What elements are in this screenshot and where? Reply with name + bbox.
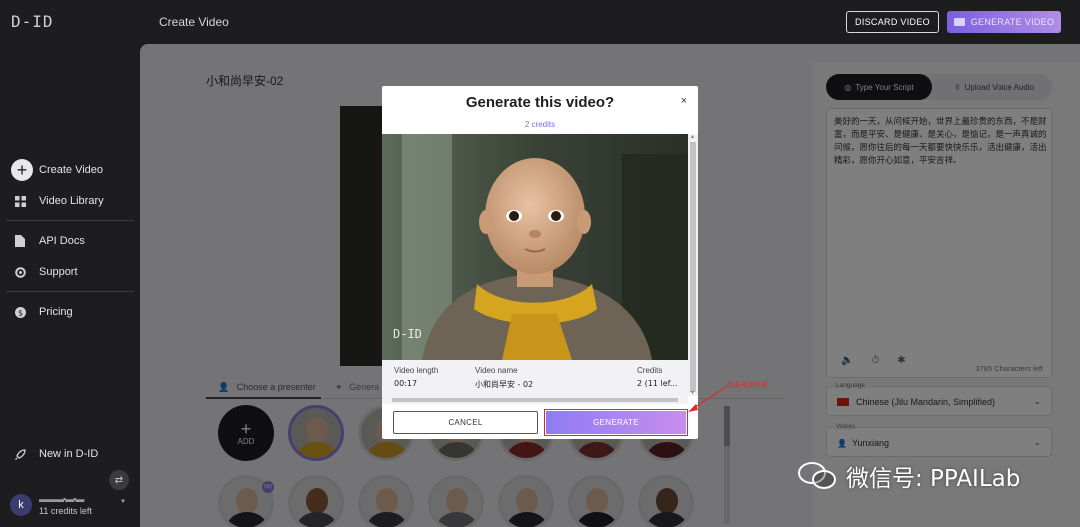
monk-portrait-illustration [382,134,688,360]
generate-button[interactable]: GENERATE [544,409,688,436]
sidebar-item-api-docs[interactable]: API Docs [14,235,85,247]
rocket-icon [14,448,26,460]
info-video-length: Video length 00:17 [394,366,439,388]
video-camera-icon [953,18,965,26]
account-name: ▬▬▬▪▬▪▬ [39,494,84,504]
avatar: k [10,494,32,516]
generate-label: GENERATE [546,411,686,434]
generate-video-label: GENERATE VIDEO [970,17,1055,27]
close-icon[interactable]: × [681,95,687,107]
credits-cost: 2 credits [524,120,556,129]
swap-account-button[interactable]: ⇄ [109,470,129,490]
sidebar-divider [6,291,134,292]
wechat-id: 微信号: PPAILab [846,466,1021,492]
sidebar-item-label: Create Video [39,164,104,176]
chevron-down-icon: ▼ [120,499,126,505]
lifebuoy-icon [14,266,26,278]
generate-video-button[interactable]: GENERATE VIDEO [947,11,1061,33]
annotation-arrow-icon [688,386,727,412]
sidebar-item-label: Video Library [39,195,104,207]
svg-text:$: $ [17,308,22,317]
dialog-horizontal-scrollbar[interactable] [382,396,688,404]
sidebar-item-label: New in D-ID [39,448,99,460]
annotation-text: 点击开始生成 [726,381,768,389]
account-menu[interactable]: k ▬▬▬▪▬▪▬ 11 credits left ▼ [10,493,126,517]
page-title: Create Video [159,15,229,29]
sidebar-divider [6,220,134,221]
sidebar: D-ID + Create Video Video Library API Do… [0,0,140,527]
sidebar-item-label: API Docs [39,235,85,247]
scroll-up-icon[interactable]: ▲ [690,134,695,140]
sidebar-item-pricing[interactable]: $ Pricing [14,306,73,318]
sidebar-item-video-library[interactable]: Video Library [14,195,104,207]
cancel-button[interactable]: CANCEL [393,411,538,434]
video-preview-image: D-ID [382,134,688,360]
info-video-name: Video name 小和尚早安 - 02 [475,366,534,389]
grid-icon [14,195,26,207]
sidebar-item-new-in-did[interactable]: New in D-ID [14,448,98,460]
sidebar-item-support[interactable]: Support [14,266,78,278]
discard-video-button[interactable]: DISCARD VIDEO [846,11,939,33]
did-watermark: D-ID [393,327,422,341]
wechat-watermark: 微信号: PPAILab [796,458,1020,494]
generate-confirm-dialog: Generate this video? × 2 credits D-ID ▲ … [382,86,698,439]
sidebar-item-label: Pricing [39,306,73,318]
sidebar-item-create-video[interactable]: + Create Video [11,159,103,181]
swap-icon: ⇄ [114,474,124,486]
sidebar-item-label: Support [39,266,78,278]
wechat-logo-icon [796,458,840,494]
video-info: Video length 00:17 Video name 小和尚早安 - 02… [382,360,688,396]
credits-left: 11 credits left [39,506,92,516]
dialog-scrollbar[interactable]: ▲ ▼ [688,134,698,396]
dialog-title: Generate this video? [465,94,615,111]
coin-icon: $ [14,306,26,318]
logo[interactable]: D-ID [11,12,54,31]
document-icon [14,235,26,247]
plus-icon: + [11,159,33,181]
info-credits: Credits 2 (11 lef... [637,366,678,388]
